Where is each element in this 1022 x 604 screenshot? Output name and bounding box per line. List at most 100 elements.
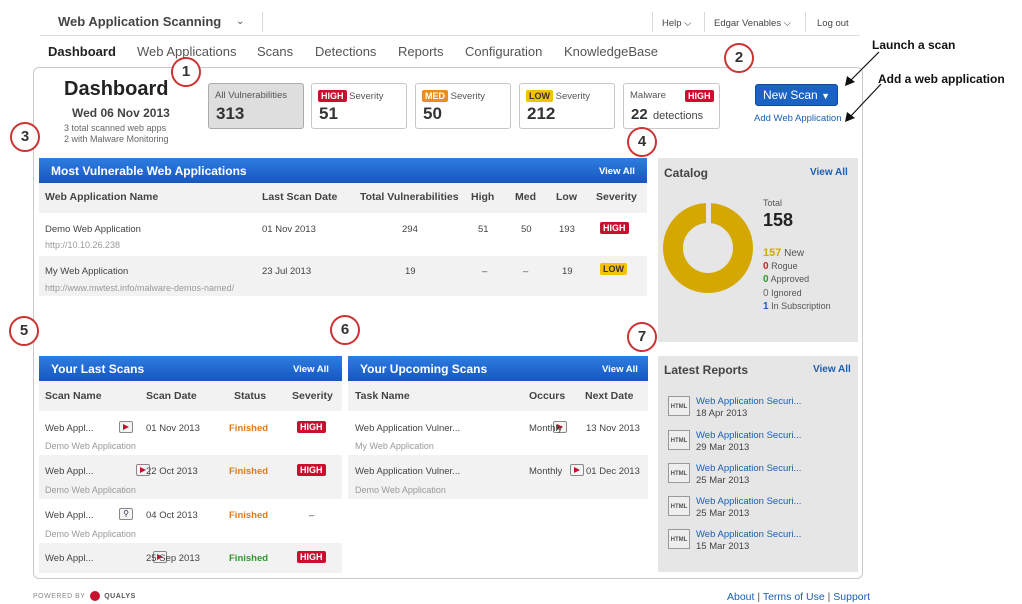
- scan-name[interactable]: Web Appl...: [45, 510, 93, 521]
- chevron-down-icon: ⌵: [684, 18, 692, 29]
- stat-malware[interactable]: Malware HIGH 22 detections: [623, 83, 720, 129]
- scan-status: Finished: [229, 510, 269, 521]
- column-header[interactable]: Total Vulnerabilities: [360, 191, 459, 203]
- column-header[interactable]: Task Name: [355, 390, 410, 402]
- column-header[interactable]: Last Scan Date: [262, 191, 337, 203]
- total-vulns: 294: [402, 224, 418, 235]
- divider: [805, 12, 806, 32]
- task-name[interactable]: Web Application Vulner...: [355, 466, 460, 477]
- user-menu[interactable]: Edgar Venables ⌵: [714, 18, 791, 29]
- catalog-ignored[interactable]: 0 Ignored: [763, 288, 802, 299]
- powered-by: POWERED BY QUALYS: [33, 591, 136, 601]
- column-header[interactable]: Scan Name: [45, 390, 102, 402]
- catalog-approved[interactable]: 0 Approved: [763, 274, 809, 285]
- column-header[interactable]: Severity: [596, 191, 637, 203]
- report-link[interactable]: Web Application Securi...: [696, 430, 801, 441]
- vuln-apps-view-all[interactable]: View All: [599, 166, 635, 177]
- scan-name[interactable]: Web Appl...: [45, 466, 93, 477]
- new-count: 157: [763, 247, 782, 259]
- stat-high-severity[interactable]: HIGH Severity 51: [311, 83, 407, 129]
- add-web-application-link[interactable]: Add Web Application: [754, 113, 842, 124]
- subscription-label: In Subscription: [771, 301, 831, 311]
- separator: |: [757, 591, 761, 603]
- report-link[interactable]: Web Application Securi...: [696, 496, 801, 507]
- app-name[interactable]: Demo Web Application: [45, 224, 141, 235]
- last-scans-view-all[interactable]: View All: [293, 364, 329, 375]
- stat-low-severity[interactable]: LOW Severity 212: [519, 83, 615, 129]
- ignored-count: 0: [763, 288, 769, 299]
- catalog-new[interactable]: 157 New: [763, 247, 804, 259]
- stat-value: 212: [527, 104, 556, 123]
- column-header[interactable]: Scan Date: [146, 390, 197, 402]
- arrow-line: [848, 51, 880, 83]
- support-link[interactable]: Support: [833, 591, 870, 603]
- last-scans-header: Your Last Scans View All: [39, 356, 342, 381]
- catalog-rogue[interactable]: 0 Rogue: [763, 261, 798, 272]
- last-scans-title: Your Last Scans: [51, 362, 145, 376]
- logout-link[interactable]: Log out: [817, 18, 849, 29]
- callout-6: 6: [330, 315, 360, 345]
- reports-view-all[interactable]: View All: [813, 364, 851, 375]
- html-report-icon: HTML: [668, 529, 690, 549]
- stat-value: 50: [423, 104, 442, 123]
- column-header[interactable]: Severity: [292, 390, 333, 402]
- nav-dashboard[interactable]: Dashboard: [48, 44, 116, 59]
- powered-by-label: POWERED BY: [33, 592, 86, 600]
- help-menu[interactable]: Help ⌵: [662, 18, 691, 29]
- html-report-icon: HTML: [668, 463, 690, 483]
- column-header[interactable]: Web Application Name: [45, 191, 158, 203]
- stat-label-wrap: MED Severity: [422, 90, 485, 102]
- task-next-date: 01 Dec 2013: [586, 466, 640, 477]
- reports-title: Latest Reports: [664, 363, 749, 377]
- column-header[interactable]: Status: [234, 390, 266, 402]
- catalog-total: 158: [763, 210, 794, 230]
- nav-reports[interactable]: Reports: [398, 44, 444, 59]
- chevron-down-icon[interactable]: ⌄: [236, 16, 244, 27]
- callout-1: 1: [171, 57, 201, 87]
- app-name[interactable]: My Web Application: [45, 266, 128, 277]
- app-url: http://10.10.26.238: [45, 240, 121, 250]
- column-header[interactable]: Low: [556, 191, 577, 203]
- severity-value: –: [309, 510, 315, 521]
- column-header[interactable]: High: [471, 191, 494, 203]
- catalog-view-all[interactable]: View All: [810, 167, 848, 178]
- divider: [704, 12, 705, 32]
- stat-label: Severity: [450, 91, 485, 102]
- stat-all-vulnerabilities[interactable]: All Vulnerabilities 313: [208, 83, 304, 129]
- scan-name[interactable]: Web Appl...: [45, 553, 93, 564]
- severity-badge: HIGH: [297, 464, 326, 476]
- ignored-label: Ignored: [771, 288, 802, 298]
- catalog-subscription[interactable]: 1 In Subscription: [763, 301, 831, 312]
- scan-status: Finished: [229, 423, 269, 434]
- nav-scans[interactable]: Scans: [257, 44, 293, 59]
- scan-name[interactable]: Web Appl...: [45, 423, 93, 434]
- app-name[interactable]: Web Application Scanning: [58, 14, 221, 29]
- nav-configuration[interactable]: Configuration: [465, 44, 542, 59]
- vuln-apps-title: Most Vulnerable Web Applications: [51, 164, 247, 178]
- nav-knowledgebase[interactable]: KnowledgeBase: [564, 44, 658, 59]
- terms-link[interactable]: Terms of Use: [763, 591, 825, 603]
- about-link[interactable]: About: [727, 591, 754, 603]
- report-date: 15 Mar 2013: [696, 541, 750, 552]
- task-name[interactable]: Web Application Vulner...: [355, 423, 460, 434]
- stat-value: 51: [319, 104, 338, 123]
- html-report-icon: HTML: [668, 396, 690, 416]
- catalog-donut-chart: [663, 203, 753, 293]
- report-link[interactable]: Web Application Securi...: [696, 529, 801, 540]
- scan-icon: [570, 464, 585, 476]
- column-header[interactable]: Next Date: [585, 390, 633, 402]
- high-badge: HIGH: [318, 90, 347, 102]
- new-scan-button[interactable]: New Scan ▼: [755, 84, 838, 106]
- report-link[interactable]: Web Application Securi...: [696, 463, 801, 474]
- divider: [262, 12, 263, 32]
- stat-label-wrap: LOW Severity: [526, 90, 590, 102]
- report-link[interactable]: Web Application Securi...: [696, 396, 801, 407]
- upcoming-scans-view-all[interactable]: View All: [602, 364, 638, 375]
- column-header[interactable]: Occurs: [529, 390, 565, 402]
- nav-detections[interactable]: Detections: [315, 44, 376, 59]
- stat-med-severity[interactable]: MED Severity 50: [415, 83, 511, 129]
- column-header[interactable]: Med: [515, 191, 536, 203]
- scan-app: Demo Web Application: [45, 441, 136, 451]
- upcoming-scans-header: Your Upcoming Scans View All: [348, 356, 648, 381]
- chevron-down-icon: ⌵: [783, 18, 791, 29]
